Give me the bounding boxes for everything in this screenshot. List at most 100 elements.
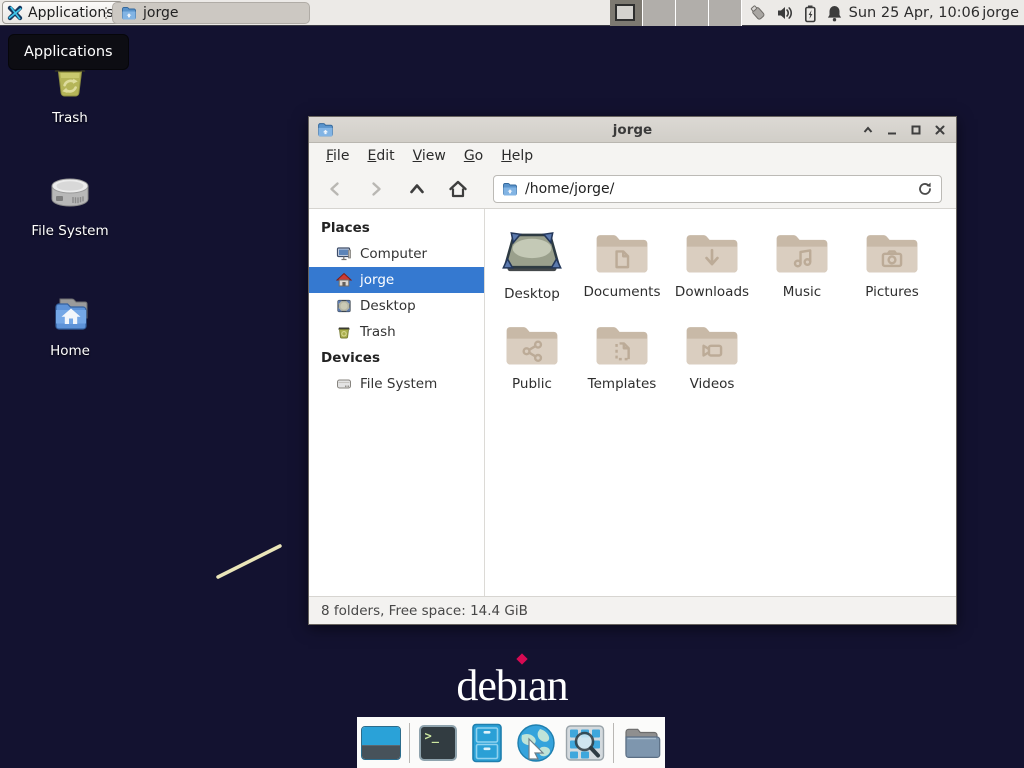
window-titlebar[interactable]: jorge (309, 117, 956, 143)
file-item-label: Downloads (675, 284, 749, 300)
sidebar: Places Computer (309, 209, 485, 596)
workspace-4[interactable] (709, 0, 742, 26)
sidebar-item-label: File System (360, 376, 437, 392)
file-item-public[interactable]: Public (487, 319, 577, 411)
panel-username[interactable]: jorge (982, 0, 1019, 26)
menu-file[interactable]: File (317, 145, 358, 167)
file-item-templates[interactable]: Templates (577, 319, 667, 411)
file-item-music[interactable]: Music (757, 227, 847, 319)
web-browser-globe-icon (516, 723, 556, 763)
sidebar-item-trash[interactable]: Trash (309, 319, 484, 345)
folder-icon (121, 5, 137, 21)
debian-logo-i: ı (517, 661, 528, 710)
desktop-icon (336, 298, 352, 314)
close-button[interactable] (933, 124, 946, 137)
workspace-window-thumbnail (615, 4, 635, 21)
path-text[interactable]: /home/jorge/ (525, 181, 910, 197)
back-button[interactable] (325, 179, 345, 199)
panel-clock[interactable]: Sun 25 Apr, 10:06 (849, 0, 980, 26)
menu-help[interactable]: Help (492, 145, 542, 167)
sidebar-item-desktop[interactable]: Desktop (309, 293, 484, 319)
file-item-label: Documents (584, 284, 661, 300)
applications-menu-label: Applications (28, 5, 114, 21)
sidebar-places-header: Places (309, 215, 484, 241)
app-finder-icon (565, 723, 605, 763)
reload-icon[interactable] (917, 181, 933, 197)
taskbar-window-label: jorge (143, 5, 178, 21)
up-button[interactable] (407, 179, 427, 199)
desktop-icon-file-system[interactable]: File System (25, 170, 115, 239)
sidebar-devices-header: Devices (309, 345, 484, 371)
bell-icon[interactable] (826, 4, 843, 23)
sidebar-item-label: Trash (360, 324, 396, 340)
file-item-downloads[interactable]: Downloads (667, 227, 757, 319)
forward-button[interactable] (366, 179, 386, 199)
workspace-2[interactable] (643, 0, 676, 26)
file-item-videos[interactable]: Videos (667, 319, 757, 411)
file-item-label: Desktop (504, 286, 560, 302)
menu-view[interactable]: View (404, 145, 455, 167)
workspace-3[interactable] (676, 0, 709, 26)
file-view[interactable]: Desktop Documents (485, 209, 956, 596)
file-item-documents[interactable]: Documents (577, 227, 667, 319)
folder-documents-icon (593, 227, 651, 277)
home-button[interactable] (448, 179, 468, 199)
trash-small-icon (336, 324, 352, 340)
folder-videos-icon (683, 319, 741, 369)
folder-music-icon (773, 227, 831, 277)
file-manager-launcher[interactable] (466, 723, 508, 763)
system-tray (748, 0, 843, 26)
debian-logo-text: an (528, 661, 568, 710)
file-item-label: Public (512, 376, 552, 392)
volume-icon[interactable] (776, 4, 795, 22)
menu-edit[interactable]: Edit (358, 145, 403, 167)
workspace-1[interactable] (610, 0, 643, 26)
applications-x-icon (7, 5, 23, 21)
sidebar-item-computer[interactable]: Computer (309, 241, 484, 267)
dock-separator (613, 723, 614, 763)
menu-go[interactable]: Go (455, 145, 492, 167)
sidebar-item-label: jorge (360, 272, 394, 288)
file-item-desktop[interactable]: Desktop (487, 227, 577, 319)
file-item-label: Templates (588, 376, 657, 392)
sidebar-item-file-system[interactable]: File System (309, 371, 484, 397)
folder-public-icon (503, 319, 561, 369)
path-folder-icon (502, 181, 518, 197)
terminal-icon: >_ (419, 725, 457, 761)
show-desktop-icon (361, 726, 401, 760)
location-bar[interactable]: /home/jorge/ (493, 175, 942, 203)
menubar: File Edit View Go Help (309, 143, 956, 169)
maximize-button[interactable] (909, 124, 922, 137)
show-desktop-button[interactable] (360, 723, 402, 763)
sidebar-item-label: Desktop (360, 298, 416, 314)
drive-small-icon (336, 376, 352, 392)
toolbar: /home/jorge/ (309, 169, 956, 209)
home-icon (336, 272, 352, 288)
file-manager-window: jorge File Edit View Go Help (308, 116, 957, 625)
terminal-launcher[interactable]: >_ (417, 723, 459, 763)
computer-icon (336, 246, 352, 262)
dock: >_ (357, 717, 665, 768)
taskbar-window-button[interactable]: jorge (112, 2, 310, 24)
sidebar-item-jorge[interactable]: jorge (309, 267, 484, 293)
applications-tooltip: Applications (8, 34, 129, 70)
directory-menu-button[interactable] (621, 723, 663, 763)
battery-icon[interactable] (803, 4, 818, 23)
desktop-icon-home[interactable]: Home (25, 290, 115, 359)
workspace-switcher (610, 0, 742, 26)
folder-templates-icon (593, 319, 651, 369)
folder-downloads-icon (683, 227, 741, 277)
file-item-pictures[interactable]: Pictures (847, 227, 937, 319)
shade-button[interactable] (861, 124, 874, 137)
file-item-label: Music (783, 284, 821, 300)
folder-pictures-icon (863, 227, 921, 277)
web-browser-launcher[interactable] (515, 723, 557, 763)
debian-logo: debıan (0, 660, 1024, 711)
desktop-icon-label: File System (31, 223, 108, 239)
removable-media-icon[interactable] (748, 3, 768, 23)
app-finder-launcher[interactable] (564, 723, 606, 763)
panel-handle[interactable] (103, 6, 109, 20)
hard-drive-icon (46, 170, 94, 218)
minimize-button[interactable] (885, 124, 898, 137)
dock-separator (409, 723, 410, 763)
